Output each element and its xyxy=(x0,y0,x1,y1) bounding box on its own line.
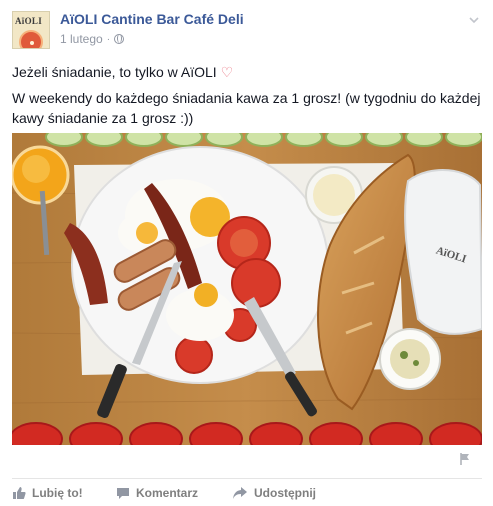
share-arrow-icon xyxy=(233,487,247,499)
like-button[interactable]: Lubię to! xyxy=(12,486,116,500)
chevron-down-icon[interactable] xyxy=(468,14,480,26)
post-text: Jeżeli śniadanie, to tylko w AïOLI ♡ W w… xyxy=(12,62,484,134)
globe-icon[interactable] xyxy=(114,34,125,44)
comment-button[interactable]: Komentarz xyxy=(116,486,232,500)
like-label: Lubię to! xyxy=(32,486,83,500)
page-name-link[interactable]: AïOLI Cantine Bar Café Deli xyxy=(60,11,244,27)
share-button[interactable]: Udostępnij xyxy=(232,486,316,500)
comment-label: Komentarz xyxy=(136,486,199,500)
meta-separator: · xyxy=(106,33,111,45)
grapefruit-logo-icon xyxy=(19,30,43,48)
report-flag-icon[interactable] xyxy=(458,452,472,466)
post-date[interactable]: 1 lutego xyxy=(60,32,103,46)
actions-divider xyxy=(12,478,482,479)
heart-icon: ♡ xyxy=(220,64,234,80)
page-avatar[interactable]: AïOLI xyxy=(12,11,50,49)
comment-bubble-icon xyxy=(117,488,129,499)
post-text-line: Jeżeli śniadanie, to tylko w AïOLI ♡ xyxy=(12,62,484,82)
post-meta: 1 lutego · xyxy=(60,32,125,46)
post-actions: Lubię to! Komentarz Udostępnij xyxy=(12,484,316,502)
post-text-line-2: W weekendy do każdego śniadania kawa za … xyxy=(12,90,481,126)
post-photo[interactable]: AïOLI xyxy=(12,133,482,445)
cucumber-slices xyxy=(45,133,482,147)
facebook-post: AïOLI AïOLI Cantine Bar Café Deli 1 lute… xyxy=(0,0,493,506)
post-text-line-1: Jeżeli śniadanie, to tylko w AïOLI xyxy=(12,64,217,80)
share-label: Udostępnij xyxy=(254,486,316,500)
thumbs-up-icon xyxy=(13,487,26,499)
avatar-logo-text: AïOLI xyxy=(15,16,43,26)
